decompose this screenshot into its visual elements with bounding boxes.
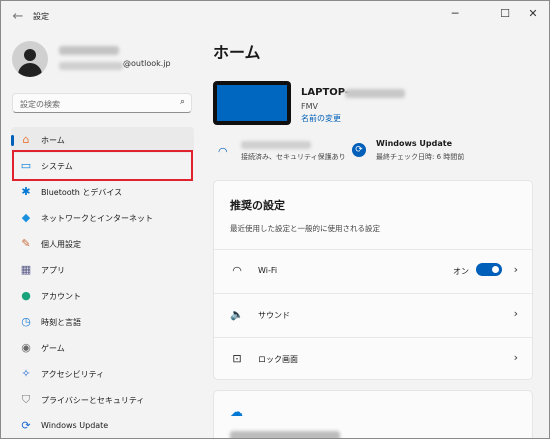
device-model: FMV [301,102,318,111]
device-name: LAPTOP- [301,87,350,98]
lock-screen-icon: ⊡ [232,352,242,365]
sidebar-item-label: 個人用設定 [41,240,81,249]
wifi-state-label: オン [453,267,469,276]
brush-icon: ✎ [21,237,31,250]
sidebar-item-label: ゲーム [41,344,65,353]
rename-link[interactable]: 名前の変更 [301,113,341,124]
toggle-knob [492,266,499,273]
device-screen [217,85,287,121]
sidebar-item-windows-update[interactable]: ⟳ Windows Update [11,413,194,438]
search-icon: ⌕ [179,97,185,107]
card-title: 推奨の設定 [230,199,285,212]
sidebar-item-label: アプリ [41,266,65,275]
avatar-body [18,63,42,77]
windows-update-title[interactable]: Windows Update [376,139,452,148]
sidebar-item-label: プライバシーとセキュリティ [41,396,145,405]
recommended-settings-card: 推奨の設定 最近使用した設定と一般的に使用される設定 ◠ Wi-Fi オン › … [213,180,533,380]
sidebar-item-bluetooth[interactable]: ✱ Bluetooth とデバイス [11,179,194,205]
setting-row-label: ロック画面 [258,355,298,364]
sidebar-item-apps[interactable]: ▦ アプリ [11,257,194,283]
gaming-icon: ◉ [21,341,31,354]
sidebar-item-label: ホーム [41,136,65,145]
home-icon: ⌂ [22,133,30,146]
device-name-blurred [345,89,405,98]
setting-row-sound[interactable]: 🔈 サウンド › [214,293,532,338]
cloud-icon: ☁ [230,405,243,420]
page-title: ホーム [213,43,261,62]
search-placeholder: 設定の検索 [20,100,60,109]
setting-row-lock-screen[interactable]: ⊡ ロック画面 › [214,337,532,382]
wifi-status-icon: ◠ [218,145,228,158]
sidebar-item-label: Bluetooth とデバイス [41,188,123,197]
close-button[interactable]: ✕ [517,4,549,24]
sidebar-item-label: 時刻と言語 [41,318,81,327]
wifi-icon: ◠ [232,264,242,277]
selection-indicator [11,135,14,146]
network-name-blurred[interactable] [241,141,311,149]
sidebar-item-label: ネットワークとインターネット [41,214,153,223]
cloud-storage-card[interactable]: ☁ [213,390,533,438]
avatar[interactable] [12,41,48,77]
bluetooth-icon: ✱ [21,185,31,198]
sidebar-item-brush[interactable]: ✎ 個人用設定 [11,231,194,257]
setting-row-label: サウンド [258,311,290,320]
shield-icon: ⛉ [21,393,31,406]
title-bar: ← 設定 ─ ☐ ✕ [1,1,549,33]
cloud-card-title-blurred [230,431,340,438]
sidebar-item-time-language[interactable]: ◷ 時刻と言語 [11,309,194,335]
windows-update-icon: ⟳ [21,419,31,432]
sidebar-item-label: Windows Update [41,421,109,430]
user-name-blurred [59,46,119,55]
sidebar-item-label: アカウント [41,292,81,301]
setting-row-label: Wi-Fi [258,266,278,275]
device-image [213,81,291,125]
account-icon: ● [21,289,31,302]
minimize-button[interactable]: ─ [439,4,471,24]
windows-update-status-icon: ⟳ [352,143,366,157]
chevron-right-icon: › [513,263,518,276]
user-email-domain: @outlook.jp [123,59,171,68]
wifi-toggle[interactable] [476,263,502,276]
accessibility-icon: ✧ [21,367,31,380]
speaker-icon: 🔈 [230,308,244,321]
sidebar-item-shield[interactable]: ⛉ プライバシーとセキュリティ [11,387,194,413]
windows-update-status: 最終チェック日時: 6 時間前 [376,153,465,161]
network-icon: ◆ [21,211,31,224]
time-language-icon: ◷ [21,315,31,328]
highlight-box [12,150,193,181]
settings-window: ← 設定 ─ ☐ ✕ @outlook.jp 設定の検索 ⌕ ⌂ ホーム ▭ システム… [0,0,550,439]
sidebar-item-network[interactable]: ◆ ネットワークとインターネット [11,205,194,231]
setting-row-wifi[interactable]: ◠ Wi-Fi オン › [214,249,532,294]
back-arrow-icon[interactable]: ← [9,9,27,25]
network-status: 接続済み、セキュリティ保護あり [241,153,346,161]
sidebar-item-label: アクセシビリティ [41,370,105,379]
sidebar-item-accessibility[interactable]: ✧ アクセシビリティ [11,361,194,387]
apps-icon: ▦ [20,263,32,276]
sidebar-item-gaming[interactable]: ◉ ゲーム [11,335,194,361]
sidebar-item-account[interactable]: ● アカウント [11,283,194,309]
chevron-right-icon: › [513,351,518,364]
avatar-head [24,49,36,61]
window-title: 設定 [33,12,49,21]
card-subtitle: 最近使用した設定と一般的に使用される設定 [230,224,380,233]
search-input[interactable]: 設定の検索 ⌕ [12,93,192,113]
user-email-blurred [59,62,123,70]
chevron-right-icon: › [513,307,518,320]
